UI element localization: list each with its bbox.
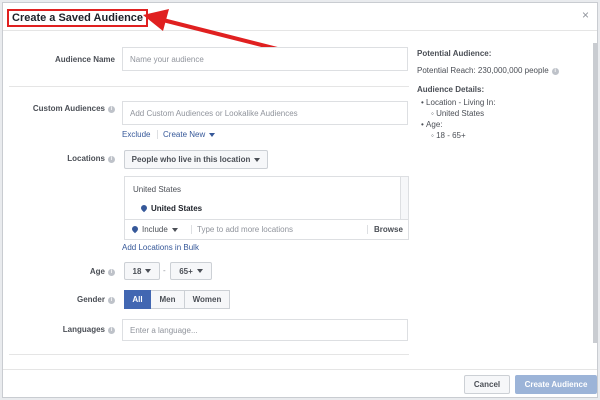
gender-label: Gender i — [9, 295, 115, 304]
info-icon: i — [108, 297, 115, 304]
field-separator — [367, 225, 368, 234]
chevron-down-icon — [209, 133, 216, 137]
location-type-dropdown[interactable]: People who live in this location — [124, 150, 268, 169]
detail-age-item: • Age: — [421, 120, 443, 129]
location-pin-icon — [139, 203, 149, 213]
chevron-down-icon — [171, 228, 178, 232]
potential-audience-label: Potential Audience: — [417, 49, 492, 58]
info-icon: i — [108, 269, 115, 276]
info-icon: i — [108, 106, 115, 113]
location-search-row: Include Type to add more locations Brows… — [125, 219, 408, 240]
create-saved-audience-dialog: Create a Saved Audience × Audience Name … — [2, 2, 598, 398]
add-locations-bulk-link[interactable]: Add Locations in Bulk — [122, 243, 199, 252]
section-divider — [9, 354, 409, 355]
gender-segmented-control: All Men Women — [124, 290, 230, 309]
age-label: Age i — [9, 267, 115, 276]
gender-all-button[interactable]: All — [124, 290, 151, 309]
chevron-down-icon — [145, 269, 152, 273]
audience-details-label: Audience Details: — [417, 85, 485, 94]
create-new-link[interactable]: Create New — [163, 130, 216, 139]
field-separator — [191, 225, 192, 234]
gender-women-button[interactable]: Women — [185, 290, 230, 309]
info-icon: i — [551, 68, 559, 75]
dialog-footer: Cancel Create Audience — [3, 369, 597, 397]
custom-audiences-input[interactable]: Add Custom Audiences or Lookalike Audien… — [122, 101, 408, 125]
location-pin-icon — [130, 224, 140, 234]
location-search-input[interactable]: Type to add more locations — [197, 225, 293, 234]
create-audience-button[interactable]: Create Audience — [515, 375, 597, 394]
potential-reach-text: Potential Reach: 230,000,000 people i — [417, 66, 559, 75]
detail-location-value: ◦ United States — [431, 109, 485, 118]
detail-age-value: ◦ 18 - 65+ — [431, 131, 466, 140]
section-divider — [9, 86, 409, 87]
dialog-scrollbar[interactable] — [593, 43, 597, 343]
close-icon[interactable]: × — [582, 9, 589, 21]
location-list-scrollbar[interactable] — [400, 177, 408, 219]
dialog-header: Create a Saved Audience × — [3, 3, 597, 31]
age-range-dash: - — [163, 266, 166, 275]
locations-box: United States United States Include Type… — [124, 176, 409, 240]
cancel-button[interactable]: Cancel — [464, 375, 510, 394]
chevron-down-icon — [196, 269, 203, 273]
link-separator — [157, 130, 158, 139]
locations-label: Locations i — [9, 154, 115, 163]
hollow-bullet: ◦ — [431, 131, 434, 140]
gender-men-button[interactable]: Men — [151, 290, 185, 309]
audience-name-label: Audience Name — [54, 55, 115, 64]
info-icon: i — [108, 156, 115, 163]
chevron-down-icon — [254, 157, 261, 162]
custom-audiences-label: Custom Audiences i — [9, 104, 115, 113]
exclude-link[interactable]: Exclude — [122, 130, 150, 139]
browse-button[interactable]: Browse — [374, 225, 403, 234]
age-min-dropdown[interactable]: 18 — [124, 262, 160, 280]
detail-location-item: • Location - Living In: — [421, 98, 496, 107]
languages-input[interactable]: Enter a language... — [122, 319, 408, 341]
include-dropdown[interactable]: Include — [130, 224, 178, 234]
dialog-title: Create a Saved Audience — [7, 9, 149, 27]
audience-name-input[interactable]: Name your audience — [122, 47, 408, 71]
selected-location[interactable]: United States — [139, 203, 202, 213]
bullet: • — [421, 98, 424, 107]
age-max-dropdown[interactable]: 65+ — [170, 262, 212, 280]
bullet: • — [421, 120, 424, 129]
country-header: United States — [133, 185, 182, 194]
hollow-bullet: ◦ — [431, 109, 434, 118]
languages-label: Languages i — [9, 325, 115, 334]
info-icon: i — [108, 327, 115, 334]
